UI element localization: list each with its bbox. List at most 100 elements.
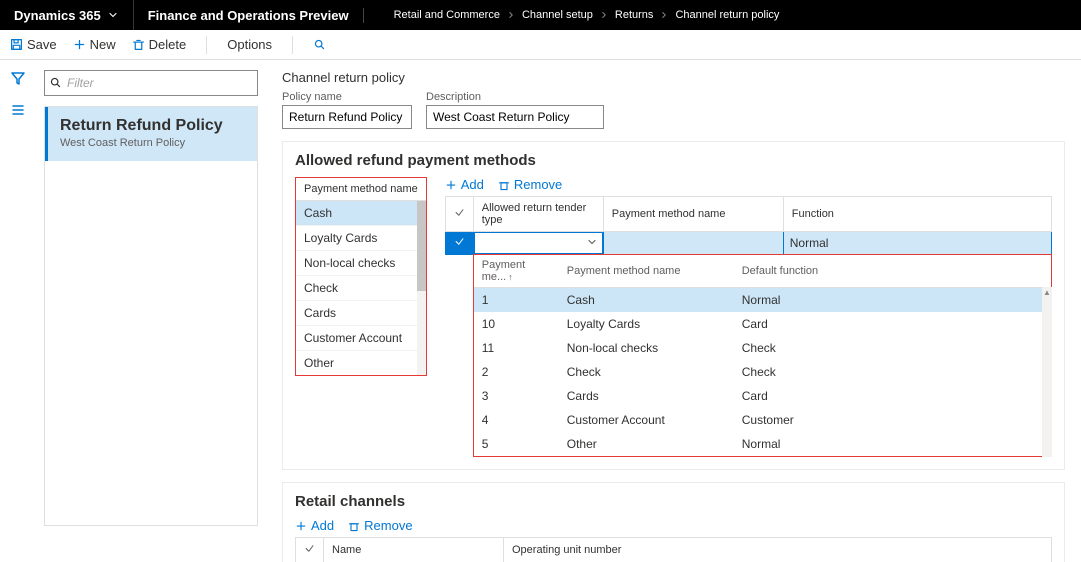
breadcrumb-item[interactable]: Channel setup	[522, 9, 593, 21]
pmn-row[interactable]: Check	[296, 276, 426, 301]
row-pmn-cell[interactable]	[603, 232, 783, 255]
top-bar: Dynamics 365 Finance and Operations Prev…	[0, 0, 1081, 30]
page-title: Channel return policy	[282, 70, 1065, 85]
refund-section-title: Allowed refund payment methods	[295, 152, 1052, 169]
remove-channel-button[interactable]: Remove	[348, 518, 412, 533]
description-input[interactable]	[426, 105, 604, 129]
record-subtitle: West Coast Return Policy	[60, 137, 245, 149]
add-channel-button[interactable]: Add	[295, 518, 334, 533]
chevron-right-icon	[659, 10, 669, 20]
tender-type-combo[interactable]	[474, 232, 603, 254]
scroll-up-icon[interactable]: ▲	[1042, 287, 1052, 297]
product-label: Dynamics 365	[14, 8, 101, 23]
trash-icon	[348, 520, 360, 532]
lookup-row[interactable]: 4Customer AccountCustomer	[474, 408, 1051, 432]
add-label: Add	[311, 518, 334, 533]
rc-header-name[interactable]: Name	[324, 538, 504, 562]
refund-grid-row[interactable]: Normal	[445, 232, 1051, 255]
add-label: Add	[461, 177, 484, 192]
pmn-row[interactable]: Cash	[296, 201, 426, 226]
funnel-icon[interactable]	[10, 70, 26, 86]
add-refund-button[interactable]: Add	[445, 177, 484, 192]
grid-header-pmn[interactable]: Payment method name	[603, 197, 783, 232]
lookup-scrollbar[interactable]: ▲	[1042, 287, 1052, 457]
header-field-row: Policy name Description	[282, 91, 1065, 129]
search-icon	[49, 76, 62, 89]
chevron-right-icon	[506, 10, 516, 20]
chevron-down-icon	[586, 236, 598, 248]
trash-icon	[132, 38, 145, 51]
rc-header-oun[interactable]: Operating unit number	[504, 538, 1052, 562]
remove-label: Remove	[364, 518, 412, 533]
chevron-down-icon	[107, 9, 119, 21]
lookup-header-num[interactable]: Payment me...↑	[474, 255, 559, 288]
search-icon	[313, 38, 326, 51]
check-icon	[454, 207, 465, 218]
options-label: Options	[227, 37, 272, 52]
lookup-row[interactable]: 10Loyalty CardsCard	[474, 312, 1051, 336]
main-content: Channel return policy Policy name Descri…	[266, 60, 1081, 562]
remove-label: Remove	[514, 177, 562, 192]
pmn-row[interactable]: Non-local checks	[296, 251, 426, 276]
record-list-item[interactable]: Return Refund Policy West Coast Return P…	[45, 107, 257, 161]
plus-icon	[295, 520, 307, 532]
pmn-header[interactable]: Payment method name	[296, 178, 426, 201]
retail-channels-section: Retail channels Add Remove Name	[282, 482, 1065, 562]
row-func-cell[interactable]: Normal	[783, 232, 1051, 255]
grid-header-func[interactable]: Function	[783, 197, 1051, 232]
refund-grid-area: Add Remove Allowed return t	[445, 177, 1052, 457]
description-field: Description	[426, 91, 604, 129]
list-icon[interactable]	[10, 102, 26, 118]
save-label: Save	[27, 37, 57, 52]
remove-refund-button[interactable]: Remove	[498, 177, 562, 192]
policy-name-label: Policy name	[282, 91, 412, 103]
new-button[interactable]: New	[73, 37, 116, 52]
command-bar: Save New Delete Options	[0, 30, 1081, 60]
pmn-row[interactable]: Loyalty Cards	[296, 226, 426, 251]
trash-icon	[498, 179, 510, 191]
breadcrumb-item[interactable]: Returns	[615, 9, 654, 21]
grid-header-tender[interactable]: Allowed return tender type	[473, 197, 603, 232]
refund-grid: Allowed return tender type Payment metho…	[445, 196, 1052, 255]
check-icon	[304, 543, 315, 554]
save-button[interactable]: Save	[10, 37, 57, 52]
lookup-header-def[interactable]: Default function	[734, 255, 1051, 288]
breadcrumb-item[interactable]: Retail and Commerce	[394, 9, 500, 21]
delete-label: Delete	[149, 37, 187, 52]
breadcrumb-item[interactable]: Channel return policy	[675, 9, 779, 21]
list-column: Return Refund Policy West Coast Return P…	[36, 60, 266, 562]
module-label: Finance and Operations Preview	[134, 8, 364, 23]
command-separator	[206, 36, 207, 54]
check-icon	[454, 236, 465, 247]
grid-check-header[interactable]	[445, 197, 473, 232]
lookup-header-name[interactable]: Payment method name	[559, 255, 734, 288]
pmn-row[interactable]: Cards	[296, 301, 426, 326]
grid-check-header[interactable]	[296, 538, 324, 562]
new-label: New	[90, 37, 116, 52]
options-button[interactable]: Options	[227, 37, 272, 52]
pmn-row[interactable]: Other	[296, 351, 426, 375]
lookup-row[interactable]: 11Non-local checksCheck	[474, 336, 1051, 360]
row-selected-marker[interactable]	[445, 232, 473, 255]
filter-box	[44, 70, 258, 96]
lookup-row[interactable]: 1CashNormal	[474, 288, 1051, 313]
payment-method-list: Payment method name Cash Loyalty Cards N…	[295, 177, 427, 376]
refund-methods-section: Allowed refund payment methods Payment m…	[282, 141, 1065, 470]
retail-section-title: Retail channels	[295, 493, 1052, 510]
delete-button[interactable]: Delete	[132, 37, 187, 52]
policy-name-input[interactable]	[282, 105, 412, 129]
lookup-row[interactable]: 5OtherNormal	[474, 432, 1051, 456]
lookup-row[interactable]: 3CardsCard	[474, 384, 1051, 408]
plus-icon	[445, 179, 457, 191]
plus-icon	[73, 38, 86, 51]
save-icon	[10, 38, 23, 51]
lookup-row[interactable]: 2CheckCheck	[474, 360, 1051, 384]
policy-name-field: Policy name	[282, 91, 412, 129]
pmn-scrollbar[interactable]	[417, 201, 426, 375]
search-button[interactable]	[313, 38, 326, 51]
left-rail	[0, 60, 36, 562]
record-title: Return Refund Policy	[60, 117, 245, 135]
product-switcher[interactable]: Dynamics 365	[0, 8, 133, 23]
pmn-row[interactable]: Customer Account	[296, 326, 426, 351]
filter-input[interactable]	[44, 70, 258, 96]
